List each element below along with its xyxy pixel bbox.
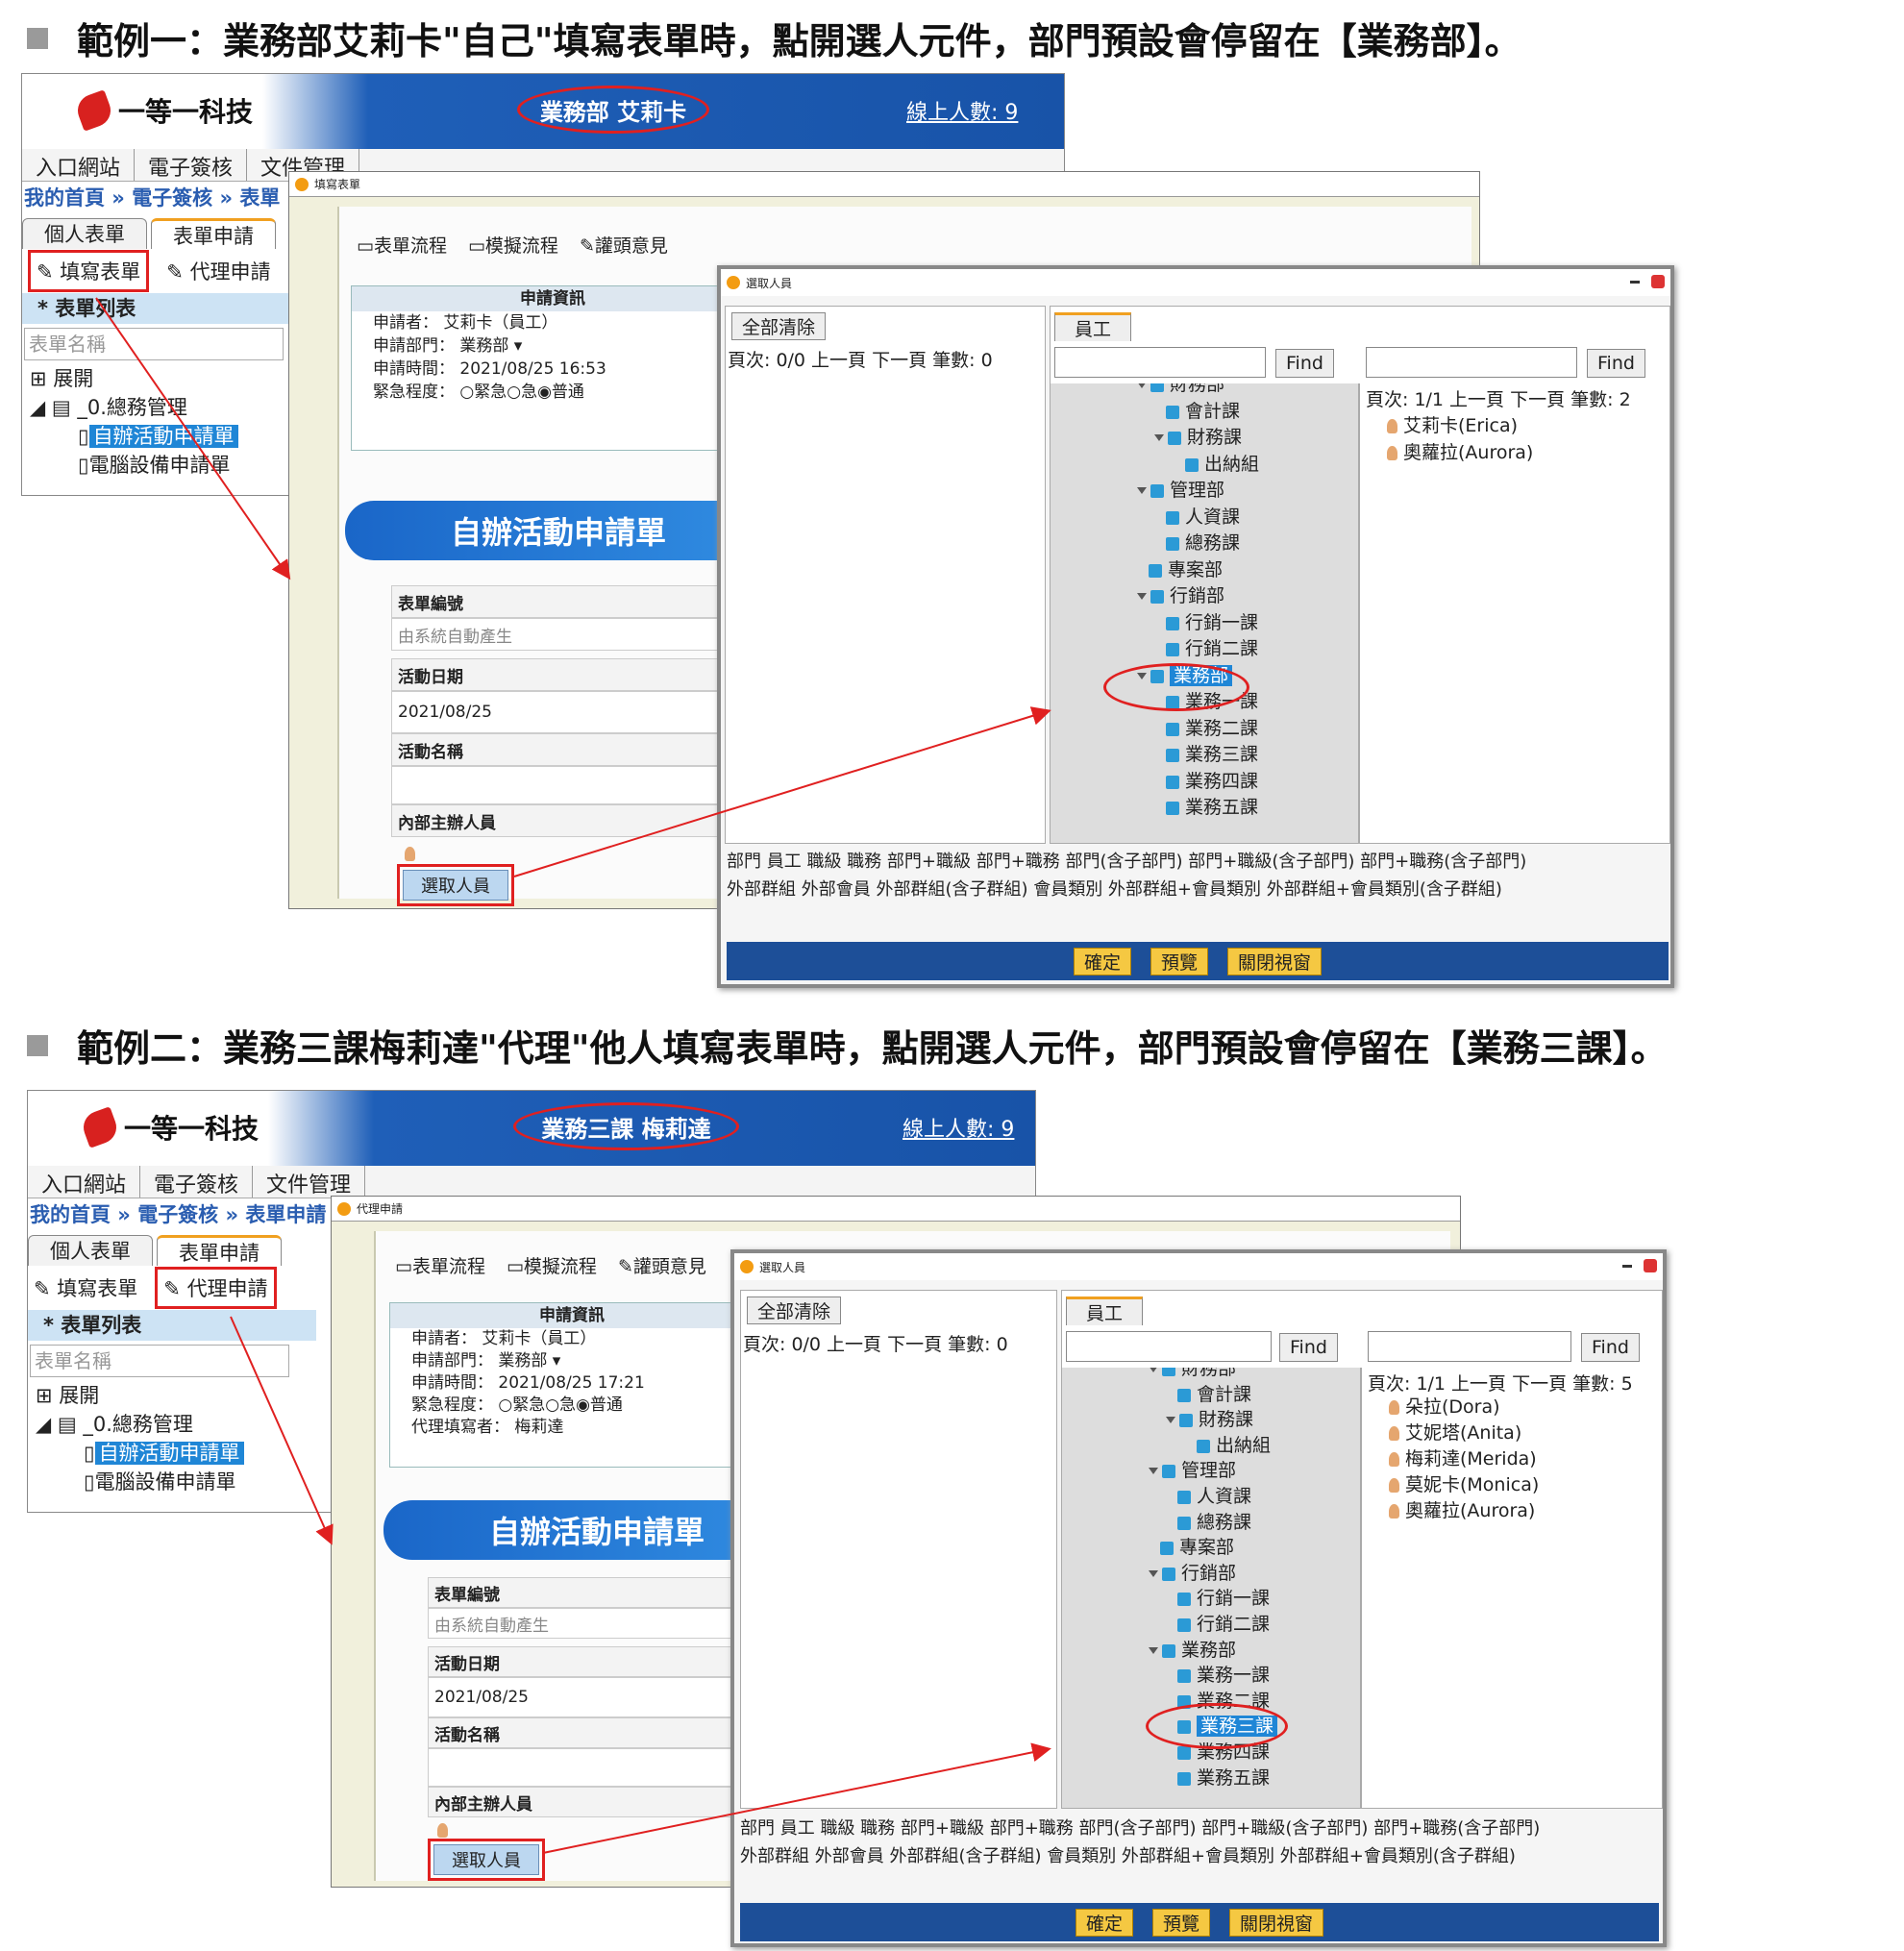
annotation-arrows [95,297,1051,1854]
